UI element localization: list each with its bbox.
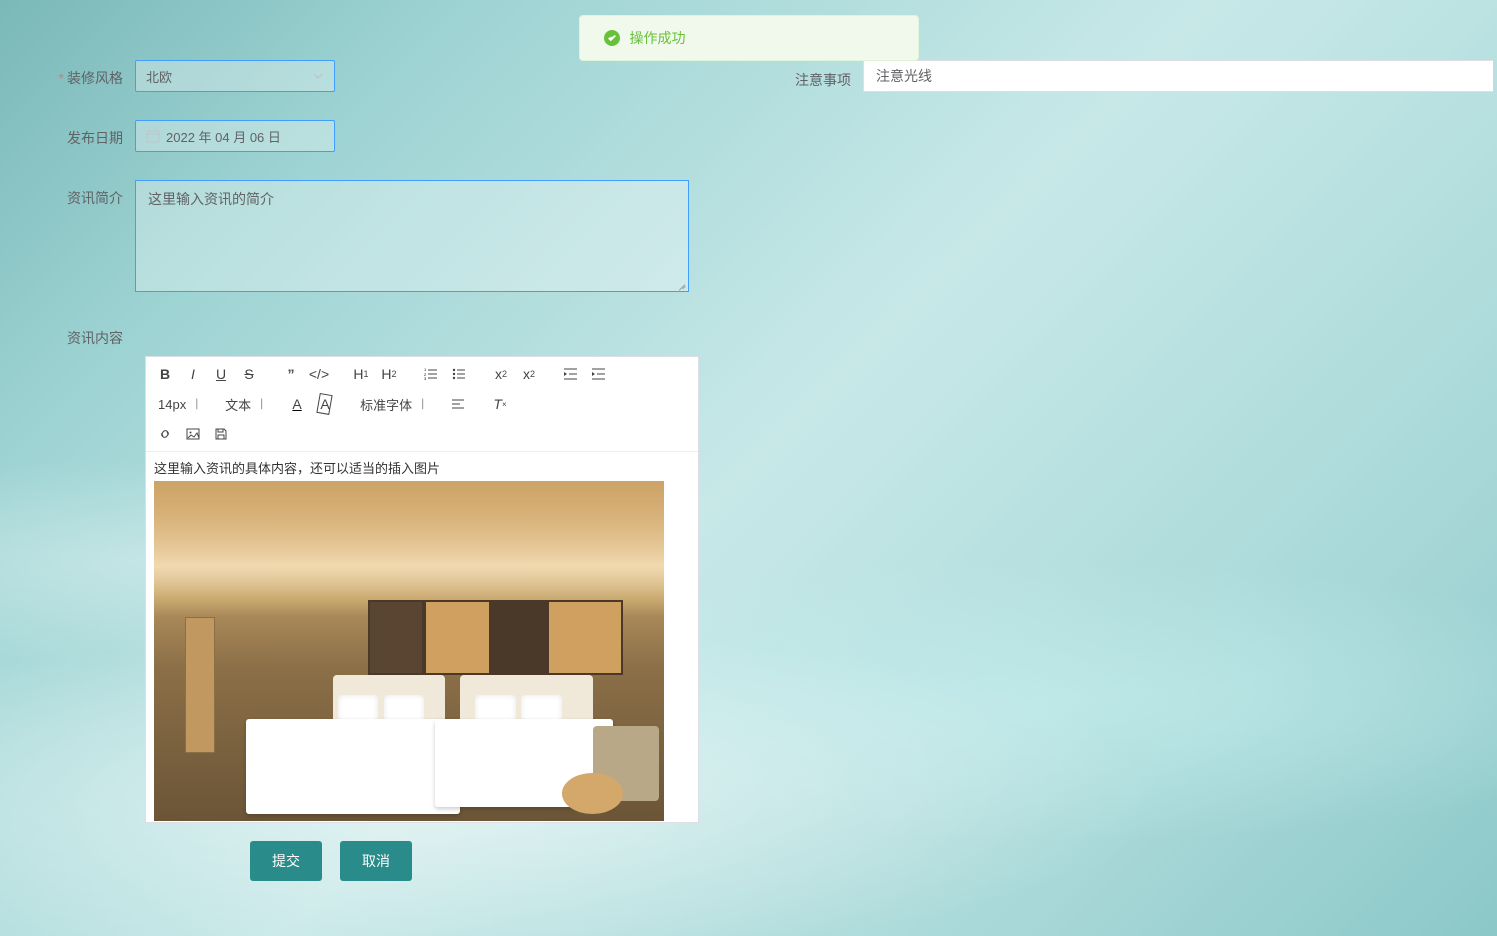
outdent-icon[interactable] [560,363,582,385]
cancel-button[interactable]: 取消 [340,841,412,881]
success-toast: 操作成功 [579,15,919,61]
summary-label: 资讯简介 [40,180,135,208]
svg-text:3: 3 [424,376,427,381]
code-icon[interactable]: </> [308,363,330,385]
editor-text: 这里输入资讯的具体内容，还可以适当的插入图片 [154,458,690,477]
image-icon[interactable] [182,423,204,445]
underline-icon[interactable]: U [210,363,232,385]
font-size-select[interactable]: 14px▕ [154,397,201,412]
align-icon[interactable] [447,393,469,415]
publish-date-input[interactable]: 2022 年 04 月 06 日 [135,120,335,152]
h2-icon[interactable]: H2 [378,363,400,385]
inserted-image[interactable] [154,481,664,821]
quote-icon[interactable]: ” [280,363,302,385]
bold-icon[interactable]: B [154,363,176,385]
strikethrough-icon[interactable]: S [238,363,260,385]
summary-textarea[interactable]: 这里输入资讯的简介 [135,180,689,292]
rich-text-editor: B I U S ” </> H1 H2 123 x2 x2 [145,356,699,823]
style-value: 北欧 [146,67,172,86]
font-family-select[interactable]: 标准字体▕ [356,395,427,414]
resize-handle-icon[interactable] [676,279,686,289]
calendar-icon [146,129,160,143]
unordered-list-icon[interactable] [448,363,470,385]
indent-icon[interactable] [588,363,610,385]
style-label: 装修风格 [40,60,135,88]
editor-body[interactable]: 这里输入资讯的具体内容，还可以适当的插入图片 [146,452,698,822]
chevron-down-icon [312,70,324,82]
publish-date-label: 发布日期 [40,120,135,148]
superscript-icon[interactable]: x2 [518,363,540,385]
italic-icon[interactable]: I [182,363,204,385]
save-icon[interactable] [210,423,232,445]
toast-message: 操作成功 [630,28,686,48]
check-circle-icon [604,30,620,46]
ordered-list-icon[interactable]: 123 [420,363,442,385]
h1-icon[interactable]: H1 [350,363,372,385]
submit-button[interactable]: 提交 [250,841,322,881]
font-color-icon[interactable]: A [286,393,308,415]
clear-format-icon[interactable]: T× [489,393,511,415]
style-select[interactable]: 北欧 [135,60,335,92]
summary-value: 这里输入资讯的简介 [148,191,274,207]
link-icon[interactable] [154,423,176,445]
paragraph-select[interactable]: 文本▕ [221,395,266,414]
content-label: 资讯内容 [40,320,135,348]
publish-date-value: 2022 年 04 月 06 日 [166,127,281,146]
editor-toolbar: B I U S ” </> H1 H2 123 x2 x2 [146,357,698,452]
subscript-icon[interactable]: x2 [490,363,512,385]
bg-color-icon[interactable]: A [314,393,336,415]
